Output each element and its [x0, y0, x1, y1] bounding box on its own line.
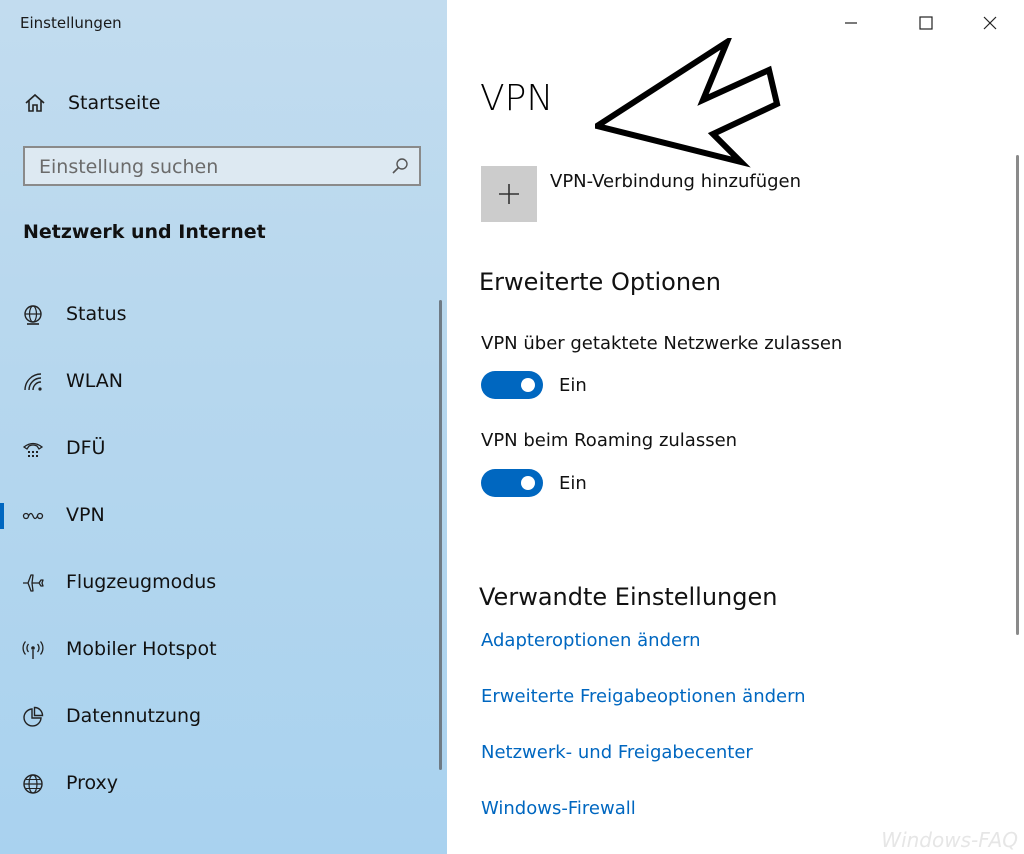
sidebar-item-label: Status — [66, 303, 127, 325]
main-scrollbar[interactable] — [1016, 155, 1019, 635]
sidebar-item-label: VPN — [66, 504, 105, 526]
toggle-knob — [521, 476, 535, 490]
sidebar-item-label: WLAN — [66, 370, 124, 392]
sidebar-item-vpn[interactable]: VPN — [0, 494, 440, 538]
add-vpn-button[interactable] — [481, 166, 537, 222]
roaming-option-label: VPN beim Roaming zulassen — [481, 430, 738, 451]
toggle-knob — [521, 378, 535, 392]
plus-icon — [499, 184, 519, 204]
sidebar-item-wlan[interactable]: WLAN — [0, 360, 440, 404]
search-input[interactable] — [39, 155, 369, 179]
metered-option-label: VPN über getaktete Netzwerke zulassen — [481, 333, 843, 354]
metered-toggle-state: Ein — [559, 375, 587, 396]
sidebar-item-label: DFÜ — [66, 437, 106, 459]
firewall-link[interactable]: Windows-Firewall — [481, 798, 636, 819]
sidebar-scrollbar[interactable] — [439, 300, 442, 770]
sidebar-item-label: Datennutzung — [66, 705, 202, 727]
search-icon[interactable] — [391, 157, 409, 175]
maximize-button[interactable] — [906, 8, 946, 38]
sidebar-item-label: Proxy — [66, 772, 119, 794]
page-title: VPN — [480, 78, 554, 119]
wifi-icon — [24, 373, 42, 391]
sidebar-item-label: Flugzeugmodus — [66, 571, 217, 593]
annotation-arrow-icon — [595, 38, 781, 168]
sidebar-item-proxy[interactable]: Proxy — [0, 762, 440, 806]
selected-indicator — [0, 503, 4, 529]
maximize-icon — [919, 16, 933, 30]
sidebar-item-status[interactable]: Status — [0, 293, 440, 337]
related-settings-heading: Verwandte Einstellungen — [479, 583, 778, 611]
home-icon — [25, 93, 45, 112]
adapter-options-link[interactable]: Adapteroptionen ändern — [481, 630, 701, 651]
hotspot-icon — [22, 641, 44, 659]
search-box[interactable] — [23, 146, 421, 186]
globe-monitor-icon — [24, 305, 42, 325]
roaming-toggle-state: Ein — [559, 473, 587, 494]
home-label: Startseite — [68, 92, 161, 114]
section-title: Netzwerk und Internet — [23, 221, 266, 243]
sidebar-item-dfu[interactable]: DFÜ — [0, 427, 440, 471]
add-vpn-label[interactable]: VPN-Verbindung hinzufügen — [550, 171, 801, 192]
home-nav-item[interactable]: Startseite — [24, 88, 160, 118]
sidebar-item-data-usage[interactable]: Datennutzung — [0, 695, 440, 739]
sidebar-item-label: Mobiler Hotspot — [66, 638, 217, 660]
sidebar-item-mobile-hotspot[interactable]: Mobiler Hotspot — [0, 628, 440, 672]
sidebar-item-airplane-mode[interactable]: Flugzeugmodus — [0, 561, 440, 605]
advanced-options-heading: Erweiterte Optionen — [479, 268, 722, 296]
window-title: Einstellungen — [20, 14, 122, 32]
sharing-options-link[interactable]: Erweiterte Freigabeoptionen ändern — [481, 686, 806, 707]
minimize-icon — [845, 22, 857, 24]
airplane-icon — [23, 574, 44, 592]
metered-toggle[interactable] — [481, 371, 543, 399]
network-center-link[interactable]: Netzwerk- und Freigabecenter — [481, 742, 753, 763]
roaming-toggle[interactable] — [481, 469, 543, 497]
close-button[interactable] — [970, 8, 1010, 38]
minimize-button[interactable] — [831, 8, 871, 38]
sidebar: Einstellungen Startseite Netzwerk und In… — [0, 0, 447, 854]
watermark: Windows-FAQ — [881, 828, 1018, 852]
globe-icon — [23, 774, 43, 794]
vpn-icon — [22, 512, 44, 520]
close-icon — [983, 16, 997, 30]
dialup-phone-icon — [22, 442, 44, 457]
pie-chart-icon — [23, 706, 44, 727]
